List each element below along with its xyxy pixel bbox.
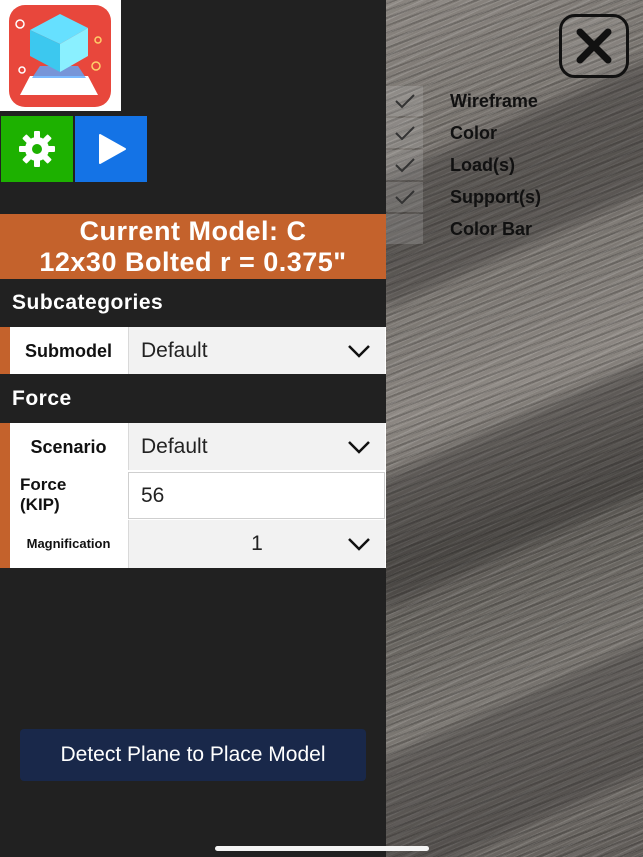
checkbox[interactable] [386, 118, 423, 148]
row-accent [0, 327, 10, 374]
submodel-value: Default [141, 338, 208, 362]
magnification-value: 1 [251, 532, 263, 555]
checkmark-icon [394, 190, 415, 205]
checkbox[interactable] [386, 182, 423, 212]
magnification-dropdown[interactable]: 1 [128, 520, 385, 568]
control-panel: Current Model: C 12x30 Bolted r = 0.375"… [0, 0, 386, 857]
camera-texture [386, 351, 643, 609]
section-header-force: Force [12, 387, 72, 410]
home-indicator[interactable] [215, 846, 429, 851]
layer-toggle-wireframe[interactable]: Wireframe [386, 86, 636, 116]
checkmark-icon [394, 158, 415, 173]
detect-plane-button[interactable]: Detect Plane to Place Model [20, 729, 366, 781]
scenario-dropdown[interactable]: Default [128, 423, 385, 470]
chevron-down-icon [348, 344, 370, 358]
layer-toggle-color-bar[interactable]: Color Bar [386, 214, 636, 244]
layer-toggle-supports[interactable]: Support(s) [386, 182, 636, 212]
scenario-value: Default [141, 434, 208, 458]
layer-label: Color [450, 123, 497, 143]
model-title: Current Model: C [79, 216, 307, 246]
layer-toggle-color[interactable]: Color [386, 118, 636, 148]
play-icon [99, 134, 126, 164]
play-button[interactable] [75, 116, 147, 182]
layer-label: Support(s) [450, 187, 541, 207]
layer-label: Wireframe [450, 91, 538, 111]
model-name: 12x30 Bolted r = 0.375" [39, 247, 347, 277]
submodel-dropdown[interactable]: Default [128, 327, 385, 374]
section-header-subcategories: Subcategories [12, 291, 164, 314]
submodel-row: Submodel Default [0, 327, 386, 374]
checkbox[interactable] [386, 150, 423, 180]
force-input[interactable]: 56 [128, 472, 385, 519]
row-accent [0, 423, 10, 568]
chevron-down-icon [348, 538, 370, 551]
checkmark-icon [394, 94, 415, 109]
checkmark-icon [394, 126, 415, 141]
submodel-label: Submodel [24, 340, 112, 361]
layer-toggle-loads[interactable]: Load(s) [386, 150, 636, 180]
close-button[interactable] [559, 14, 629, 78]
force-label: Force (KIP) [20, 475, 67, 514]
gear-icon [19, 131, 55, 167]
current-model-banner: Current Model: C 12x30 Bolted r = 0.375" [0, 214, 386, 279]
force-value: 56 [141, 483, 165, 507]
app-logo [0, 0, 121, 111]
camera-texture [386, 631, 643, 857]
force-fields: Scenario Default Force (KIP) 56 Magnific… [0, 423, 386, 568]
layer-label: Load(s) [450, 155, 515, 175]
checkbox[interactable] [386, 214, 423, 244]
chevron-down-icon [348, 440, 370, 454]
magnification-label: Magnification [26, 536, 111, 551]
settings-button[interactable] [1, 116, 73, 182]
checkbox[interactable] [386, 86, 423, 116]
close-icon [576, 28, 612, 64]
scenario-label: Scenario [30, 436, 107, 457]
layer-label: Color Bar [450, 219, 533, 239]
